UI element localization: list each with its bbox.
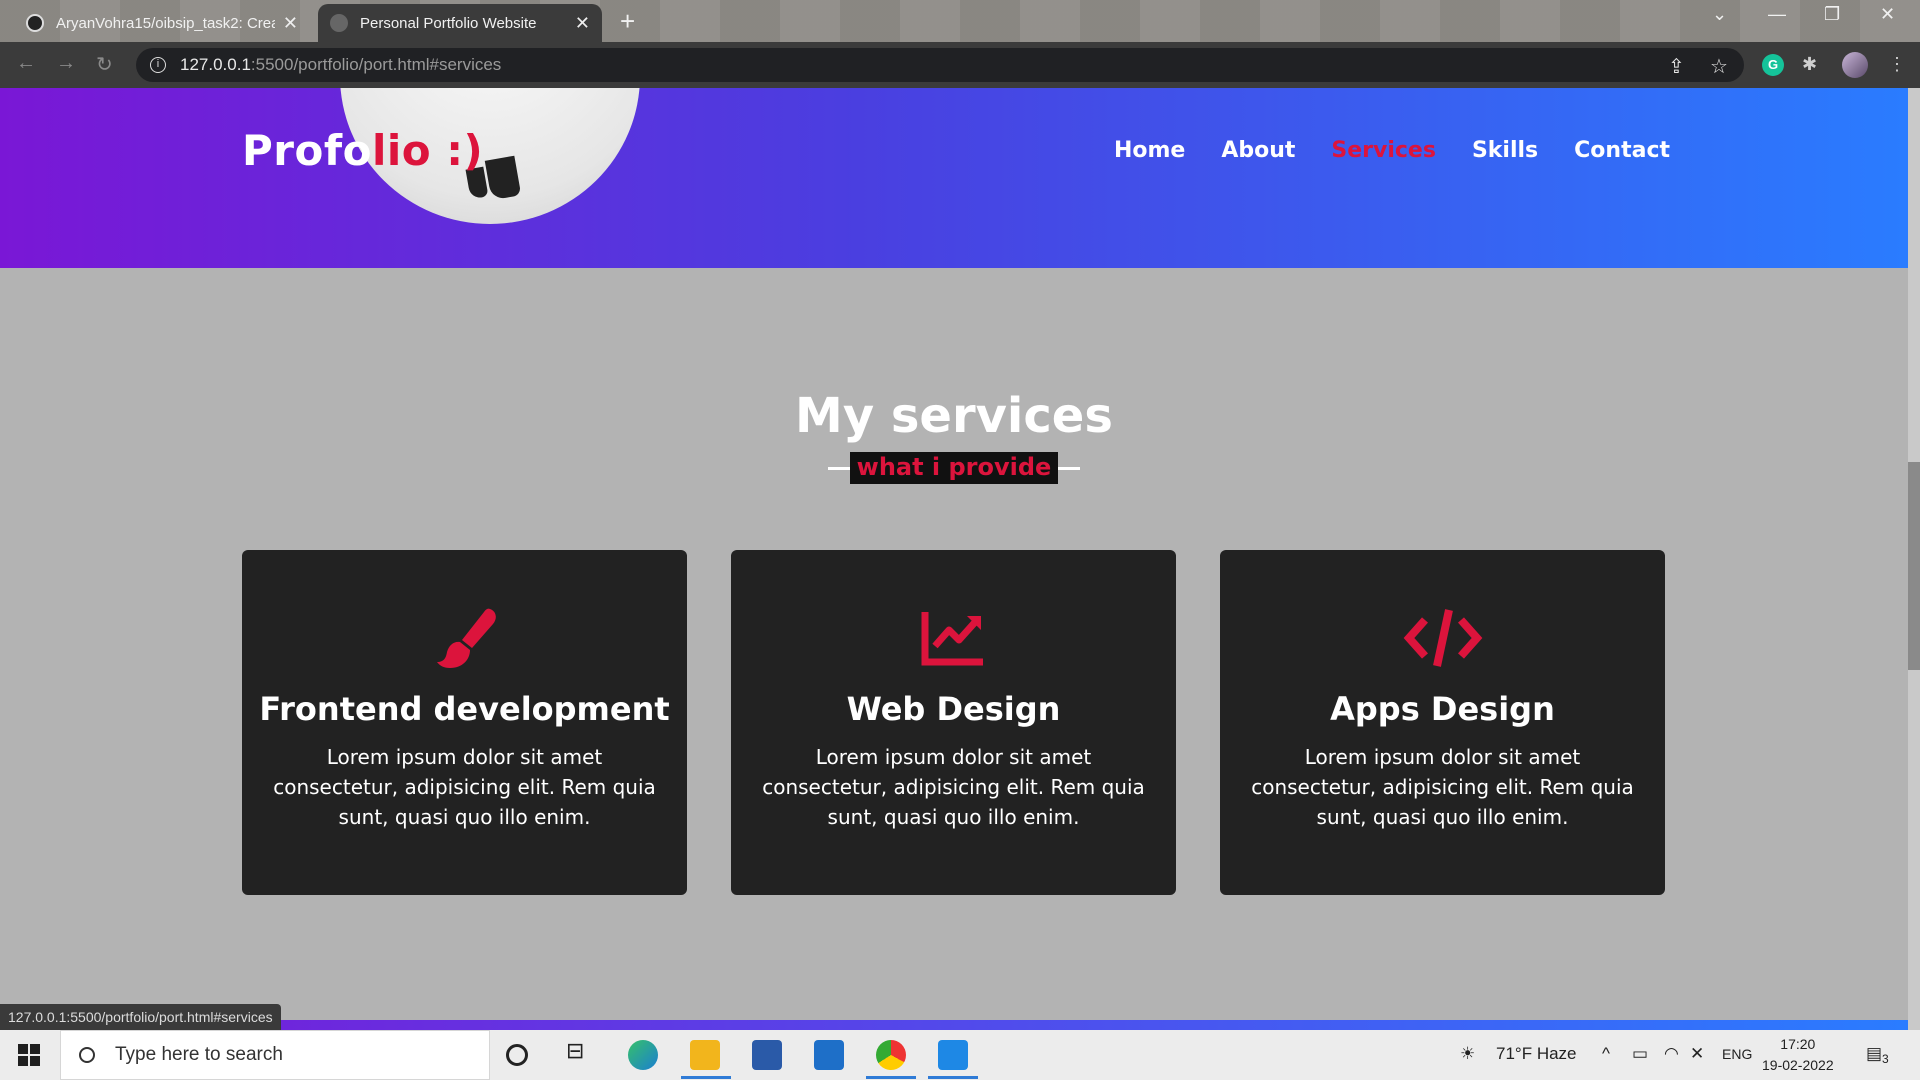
menu-kebab-icon[interactable]: ⋮ [1888,54,1906,75]
forward-icon[interactable]: → [56,52,76,75]
network-icon[interactable]: ◠ [1664,1044,1679,1064]
minimize-button[interactable]: — [1768,4,1786,25]
grammarly-icon[interactable]: G [1762,54,1784,76]
cortana-icon[interactable] [506,1044,528,1066]
share-icon[interactable]: ⇪ [1668,54,1685,79]
battery-icon[interactable]: ▭ [1632,1044,1648,1064]
scrollbar-thumb[interactable] [1908,462,1920,670]
reload-icon[interactable]: ↻ [96,52,113,77]
section-subtitle-wrap: what i provide [0,452,1908,484]
extensions-icon[interactable]: ✱ [1802,54,1817,75]
service-card: Web Design Lorem ipsum dolor sit amet co… [731,550,1176,895]
paint-brush-icon [242,606,687,670]
clock[interactable]: 17:20 19-02-2022 [1762,1034,1834,1076]
volume-muted-icon[interactable]: ✕ [1690,1044,1704,1064]
show-hidden-icons[interactable]: ^ [1602,1044,1610,1064]
tab-github[interactable]: AryanVohra15/oibsip_task2: Crea ✕ [14,4,310,42]
nav-about[interactable]: About [1221,138,1295,163]
divider [1058,466,1081,470]
taskbar: Type here to search ⊟ ☀ 71°F Haze ^ ▭ ◠ … [0,1030,1920,1080]
card-text: Lorem ipsum dolor sit amet consectetur, … [1251,745,1634,829]
search-placeholder: Type here to search [115,1044,283,1065]
site-logo[interactable]: Profolio :) [242,126,483,175]
edge-icon[interactable] [628,1040,658,1070]
task-view-icon[interactable]: ⊟ [566,1038,596,1068]
close-window-button[interactable]: ✕ [1880,4,1895,25]
weather-icon[interactable]: ☀ [1460,1044,1475,1064]
site-info-icon[interactable]: i [150,57,166,73]
globe-icon [330,14,348,32]
nav-contact[interactable]: Contact [1574,138,1670,163]
close-tab-icon[interactable]: ✕ [283,13,298,34]
chrome-icon[interactable] [876,1040,906,1070]
url-text: 127.0.0.1:5500/portfolio/port.html#servi… [180,55,502,74]
section-title: My services [795,388,1113,444]
header-banner: Profolio :) Home About Services Skills C… [0,88,1908,268]
code-icon [1220,606,1665,670]
store-icon[interactable] [752,1040,782,1070]
status-bubble: 127.0.0.1:5500/portfolio/port.html#servi… [0,1004,281,1030]
nav-services[interactable]: Services [1331,138,1436,163]
running-indicator [928,1076,978,1079]
notification-count: 3 [1882,1052,1889,1066]
vscode-icon[interactable] [938,1040,968,1070]
card-text: Lorem ipsum dolor sit amet consectetur, … [762,745,1145,829]
windows-start-icon[interactable] [18,1044,40,1066]
mail-icon[interactable] [814,1040,844,1070]
tab-strip: AryanVohra15/oibsip_task2: Crea ✕ Person… [0,0,1920,42]
chart-line-icon [731,606,1176,670]
card-title: Frontend development [259,690,670,728]
service-card: Apps Design Lorem ipsum dolor sit amet c… [1220,550,1665,895]
github-icon [26,14,44,32]
notification-icon[interactable]: ▤ [1866,1044,1882,1064]
running-indicator [866,1076,916,1079]
card-title: Apps Design [1330,690,1555,728]
divider [827,466,850,470]
section-subtitle: what i provide [849,452,1059,484]
profile-avatar[interactable] [1842,52,1868,78]
tab-title: Personal Portfolio Website [360,14,537,32]
tab-search-icon[interactable]: ⌄ [1712,4,1727,25]
next-section-edge [0,1020,1908,1030]
service-card: Frontend development Lorem ipsum dolor s… [242,550,687,895]
page-viewport: Profolio :) Home About Services Skills C… [0,88,1908,1030]
new-tab-button[interactable]: + [620,6,635,37]
running-indicator [681,1076,731,1079]
bookmark-star-icon[interactable]: ☆ [1710,54,1728,79]
browser-toolbar: ← → ↻ i 127.0.0.1:5500/portfolio/port.ht… [0,42,1920,88]
address-bar[interactable]: i 127.0.0.1:5500/portfolio/port.html#ser… [136,48,1744,82]
tab-portfolio[interactable]: Personal Portfolio Website ✕ [318,4,602,42]
close-tab-icon[interactable]: ✕ [575,13,590,34]
back-icon[interactable]: ← [16,52,36,75]
nav-skills[interactable]: Skills [1472,138,1538,163]
card-title: Web Design [846,690,1061,728]
weather-text[interactable]: 71°F Haze [1496,1044,1577,1064]
restore-button[interactable]: ❐ [1824,4,1840,25]
tab-title: AryanVohra15/oibsip_task2: Crea [56,14,275,32]
main-nav: Home About Services Skills Contact [1114,138,1670,163]
language-indicator[interactable]: ENG [1722,1046,1752,1062]
search-icon [79,1047,95,1063]
nav-home[interactable]: Home [1114,138,1185,163]
card-text: Lorem ipsum dolor sit amet consectetur, … [273,745,656,829]
file-explorer-icon[interactable] [690,1040,720,1070]
taskbar-search[interactable]: Type here to search [60,1030,490,1080]
